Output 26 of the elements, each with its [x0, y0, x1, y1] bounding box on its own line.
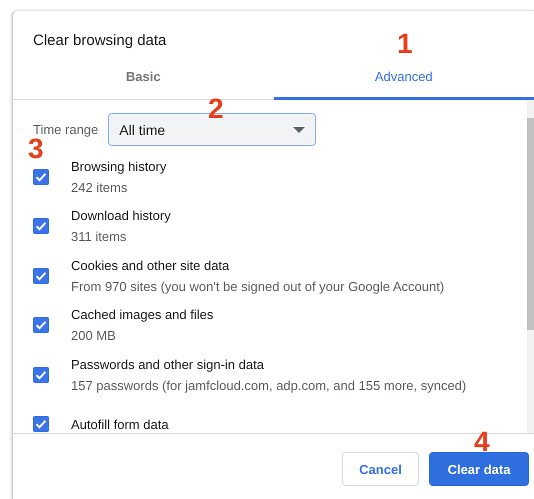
cancel-button[interactable]: Cancel	[342, 452, 419, 486]
caret-icon	[293, 126, 306, 132]
item-label: Passwords and other sign-in data	[71, 356, 265, 372]
item-detail: 311 items	[71, 229, 128, 244]
checkbox[interactable]	[33, 168, 49, 185]
checkbox[interactable]	[33, 366, 49, 383]
checkbox[interactable]	[33, 416, 49, 432]
checkbox[interactable]	[33, 317, 49, 334]
item-label: Download history	[71, 208, 171, 224]
dialog-title: Clear browsing data	[33, 32, 166, 51]
checkbox[interactable]	[33, 218, 49, 234]
item-detail: From 970 sites (you won't be signed out of your Google Account)	[71, 278, 444, 294]
item-label: Autofill form data	[71, 416, 169, 432]
scrollbar[interactable]	[527, 100, 534, 433]
item-label: Cookies and other site data	[71, 258, 230, 273]
annotation-number: 3	[28, 135, 44, 163]
item-label: Browsing history	[71, 158, 166, 174]
item-detail: 200 MB	[71, 328, 117, 344]
item-detail: 242 items	[71, 180, 128, 195]
item-label: Cached images and files	[71, 307, 214, 322]
tab[interactable]: Advanced	[274, 55, 534, 100]
item-detail: 157 passwords (for jamfcloud.com, adp.com, and 155 more, synced)	[71, 378, 466, 393]
time-range-label: Time range	[33, 122, 98, 137]
checkbox[interactable]	[33, 268, 49, 284]
annotation-number: 1	[397, 30, 413, 58]
clear-data-button[interactable]: Clear data	[429, 452, 529, 486]
